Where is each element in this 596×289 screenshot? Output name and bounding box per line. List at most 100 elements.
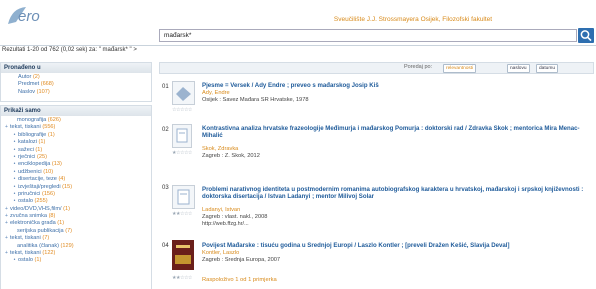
search-button[interactable] — [578, 28, 594, 43]
facet-item[interactable]: • ostalo (255) — [1, 198, 151, 205]
facet-count: (15) — [62, 183, 73, 190]
facet-count: (107) — [36, 88, 50, 95]
facet-label[interactable]: analitika (članak) — [17, 243, 59, 249]
sort-date-button[interactable]: datumu — [536, 64, 558, 73]
facet-count: (1) — [34, 257, 42, 264]
result-thumbnail[interactable] — [172, 81, 195, 105]
facet-label[interactable]: serijska publikacija — [17, 228, 64, 234]
facet-item[interactable]: • rječnici (25) — [1, 154, 151, 161]
facet-label[interactable]: tekst, tiskani — [10, 250, 41, 256]
facet-label[interactable]: disertacije, teze — [18, 176, 57, 182]
search-icon — [580, 30, 592, 42]
bullet-icon: • — [13, 168, 16, 175]
result-title-link[interactable]: Problemi narativnog identiteta u postmod… — [202, 186, 592, 201]
facet-item[interactable]: • katalozi (1) — [1, 139, 151, 146]
result-thumbnail[interactable] — [172, 124, 192, 148]
expand-icon[interactable]: + — [3, 124, 10, 131]
header-divider — [0, 45, 596, 46]
facet-label[interactable]: Naslov — [18, 89, 35, 95]
result-url-link[interactable]: http://web.ffzg.hr/... — [202, 221, 249, 227]
result-cover-image[interactable] — [172, 240, 194, 270]
facet-label[interactable]: video/DVD,VHS,film/ — [10, 206, 62, 212]
result-publisher: Osijek : Savez Mađara SR Hrvatske, 1978 — [202, 97, 309, 103]
facet-label[interactable]: bibliografije — [18, 132, 46, 138]
facet-item[interactable]: • priručnici (156) — [1, 191, 151, 198]
show-only-panel: Prikaži samo monografija (626) + tekst, ti… — [0, 105, 152, 289]
facet-count: (25) — [36, 153, 47, 160]
facet-item[interactable]: Autor (2) — [1, 74, 151, 81]
facet-label[interactable]: zvučna snimka — [10, 213, 47, 219]
facet-item[interactable]: • enciklopedija (13) — [1, 161, 151, 168]
sort-relevance-button[interactable]: relevantnosti — [443, 64, 477, 73]
facet-item[interactable]: + elektronička građa (1) — [1, 220, 151, 227]
facet-item[interactable]: • udžbenici (10) — [1, 169, 151, 176]
facet-item[interactable]: • izvještaji/pregledi (15) — [1, 184, 151, 191]
facet-item[interactable]: Predmet (668) — [1, 81, 151, 88]
facet-label[interactable]: ostalo — [18, 257, 33, 263]
facet-label[interactable]: tekst, tiskani — [10, 235, 41, 241]
facet-item[interactable]: analitika (članak) (129) — [1, 243, 151, 250]
found-in-list: Autor (2) Predmet (668) Naslov (107) — [1, 73, 151, 96]
result-author-link[interactable]: Ladanyi, Istvan — [202, 207, 240, 213]
expand-icon[interactable]: + — [3, 220, 10, 227]
facet-count: (668) — [40, 81, 54, 88]
expand-icon[interactable]: + — [3, 235, 10, 242]
facet-label[interactable]: Autor — [18, 74, 31, 80]
facet-count: (2) — [32, 74, 40, 80]
facet-label[interactable]: ostalo — [18, 198, 33, 204]
facet-item[interactable]: + tekst, tiskani (556) — [1, 124, 151, 131]
bullet-icon: • — [13, 198, 16, 205]
result-author-link[interactable]: Ady, Endre — [202, 90, 230, 96]
facet-count: (1) — [57, 220, 65, 227]
rating-stars[interactable]: ★★☆☆☆ — [172, 211, 192, 217]
result-number: 01 — [162, 84, 169, 90]
facet-item[interactable]: monografija (626) — [1, 117, 151, 124]
facet-item[interactable]: • bibliografije (1) — [1, 132, 151, 139]
facet-item[interactable]: + tekst, tiskani (122) — [1, 250, 151, 257]
rating-stars[interactable]: ★☆☆☆☆ — [172, 150, 192, 156]
facet-count: (1) — [35, 146, 43, 153]
sort-title-button[interactable]: naslovu — [507, 64, 530, 73]
facet-label[interactable]: izvještaji/pregledi — [18, 184, 61, 190]
facet-label[interactable]: priručnici — [18, 191, 40, 197]
facet-label[interactable]: udžbenici — [18, 169, 42, 175]
expand-icon[interactable]: + — [3, 250, 10, 257]
result-author-link[interactable]: Skok, Zdravka — [202, 146, 238, 152]
facet-item[interactable]: + video/DVD,VHS,film/ (1) — [1, 206, 151, 213]
search-input[interactable] — [160, 30, 576, 41]
facet-item[interactable]: Naslov (107) — [1, 89, 151, 96]
facet-label[interactable]: monografija — [17, 117, 46, 123]
facet-label[interactable]: tekst, tiskani — [10, 124, 41, 130]
facet-label[interactable]: katalozi — [18, 139, 37, 145]
facet-label[interactable]: Predmet — [18, 81, 39, 87]
expand-icon[interactable]: + — [3, 213, 10, 220]
result-author-link[interactable]: Kontler, Laszlo — [202, 250, 239, 256]
facet-count: (129) — [60, 242, 74, 249]
show-only-title: Prikaži samo — [1, 106, 151, 116]
facet-item[interactable]: serijska publikacija (7) — [1, 228, 151, 235]
ero-logo[interactable]: ero — [6, 4, 58, 26]
result-thumbnail[interactable] — [172, 185, 195, 209]
search-box — [159, 29, 577, 42]
book-cover-icon — [175, 245, 191, 264]
facet-label[interactable]: elektronička građa — [10, 220, 56, 226]
result-publisher: Zagreb : vlast. nakl., 2008 — [202, 214, 268, 220]
facet-item[interactable]: + tekst, tiskani (7) — [1, 235, 151, 242]
result-title-link[interactable]: Kontrastivna analiza hrvatske frazeologi… — [202, 125, 592, 140]
facet-count: (7) — [65, 227, 73, 234]
facet-item[interactable]: + zvučna snimka (8) — [1, 213, 151, 220]
rating-stars[interactable]: ☆☆☆☆☆ — [172, 107, 192, 113]
facet-item[interactable]: • sažeci (1) — [1, 147, 151, 154]
expand-icon[interactable]: + — [3, 206, 10, 213]
facet-item[interactable]: • ostalo (1) — [1, 257, 151, 264]
rating-stars[interactable]: ★★☆☆☆ — [172, 275, 192, 281]
bullet-icon: • — [13, 161, 16, 168]
facet-item[interactable]: • disertacije, teze (4) — [1, 176, 151, 183]
facet-label[interactable]: enciklopedija — [18, 161, 50, 167]
result-title-link[interactable]: Pjesme = Versek / Ady Endre ; preveo s m… — [202, 82, 592, 89]
facet-label[interactable]: sažeci — [18, 147, 34, 153]
result-title-link[interactable]: Povijest Mađarske : tisuću godina u Sred… — [202, 242, 592, 249]
facet-count: (13) — [51, 161, 62, 168]
facet-label[interactable]: rječnici — [18, 154, 35, 160]
bullet-icon: • — [13, 146, 16, 153]
